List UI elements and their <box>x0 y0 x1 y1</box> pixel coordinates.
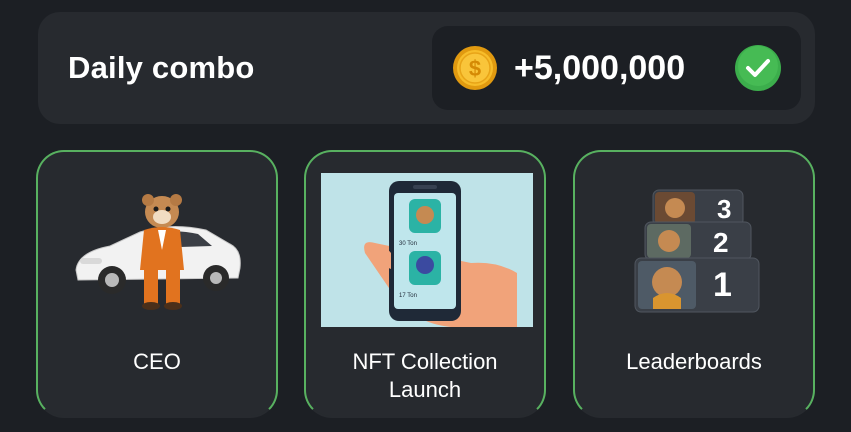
rank-2-label: 2 <box>713 227 729 258</box>
card-label-nft-line1: NFT Collection <box>352 349 498 374</box>
rank-3-label: 3 <box>717 194 731 224</box>
reward-amount: +5,000,000 <box>514 49 686 87</box>
combo-card-ceo[interactable]: CEO <box>36 150 278 418</box>
card-label-leaderboards: Leaderboards <box>626 349 762 374</box>
hamster-ceo-car-image <box>75 194 241 310</box>
daily-combo-bar: Daily combo $ +5,000,000 <box>38 12 815 124</box>
leaderboard-podium-image: 3 2 1 <box>634 189 760 313</box>
reward-box: $ +5,000,000 <box>432 26 801 110</box>
daily-combo-title: Daily combo <box>68 50 255 85</box>
phone-nft-image: 30 Ton 17 Ton <box>321 173 533 327</box>
check-circle-icon <box>735 45 781 91</box>
dollar-coin-icon: $ <box>453 46 497 90</box>
rank-1-label: 1 <box>713 266 732 304</box>
svg-text:17 Ton: 17 Ton <box>399 293 417 299</box>
card-label-nft-line2: Launch <box>388 377 462 402</box>
combo-card-leaderboards[interactable]: 3 2 1 Leaderboards <box>573 150 815 418</box>
svg-text:$: $ <box>469 56 481 81</box>
card-label-ceo: CEO <box>133 349 181 374</box>
combo-card-nft-collection-launch[interactable]: 30 Ton 17 Ton NFT Collection Launch <box>304 150 546 418</box>
svg-text:30 Ton: 30 Ton <box>399 241 417 247</box>
